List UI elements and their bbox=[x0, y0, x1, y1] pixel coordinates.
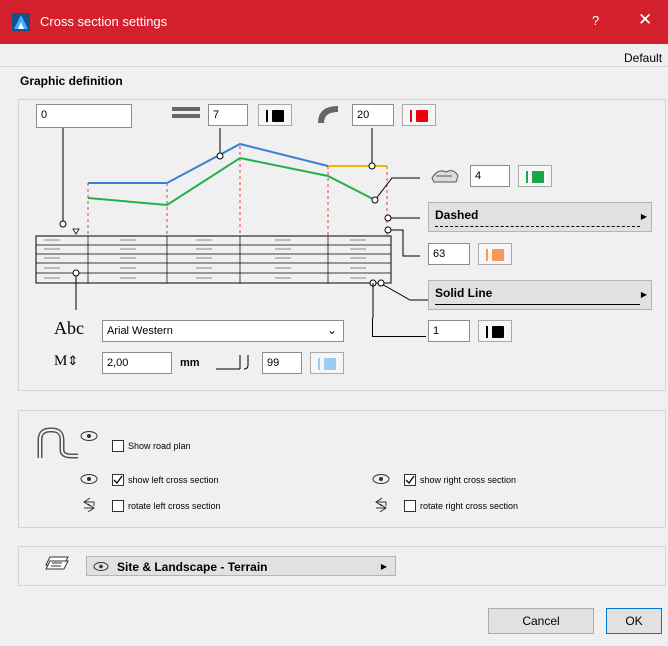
ok-button[interactable]: OK bbox=[606, 608, 662, 634]
text-size-arrow-icon: ⇕ bbox=[67, 353, 79, 368]
checkmark-icon bbox=[405, 475, 415, 485]
rotate-right-cross-section-checkbox[interactable] bbox=[404, 500, 416, 512]
text-size-letter: M bbox=[54, 353, 68, 369]
checkmark-icon bbox=[113, 475, 123, 485]
show-right-cross-section-label: show right cross section bbox=[420, 475, 517, 485]
solid-line-label: Solid Line bbox=[435, 286, 493, 300]
show-left-cross-section-label: show left cross section bbox=[128, 475, 219, 485]
eye-icon bbox=[80, 431, 98, 441]
dashed-label: Dashed bbox=[435, 208, 479, 222]
archicad-logo-icon bbox=[12, 13, 30, 31]
dashed-pen-input[interactable]: 63 bbox=[428, 243, 470, 265]
offset-input[interactable]: 0 bbox=[36, 104, 132, 128]
graphic-definition-label: Graphic definition bbox=[20, 74, 123, 88]
text-size-unit: mm bbox=[180, 357, 200, 369]
connector-line bbox=[372, 336, 426, 337]
solid-line-type-dropdown[interactable]: Solid Line ▶ bbox=[428, 280, 652, 310]
show-right-cross-section-checkbox[interactable] bbox=[404, 474, 416, 486]
curve-icon bbox=[318, 106, 338, 123]
show-road-plan-label: Show road plan bbox=[128, 441, 191, 451]
window-title: Cross section settings bbox=[40, 14, 168, 29]
rotate-right-cross-section-label: rotate right cross section bbox=[420, 501, 519, 511]
line-pen-swatch[interactable] bbox=[258, 104, 292, 126]
eye-icon bbox=[80, 474, 98, 484]
solid-pen-input[interactable]: 1 bbox=[428, 320, 470, 342]
close-button[interactable]: ✕ bbox=[638, 10, 652, 30]
layer-dropdown[interactable]: Site & Landscape - Terrain ▶ bbox=[86, 556, 396, 576]
text-size-label: M⇕ bbox=[54, 353, 78, 370]
line-weight-input[interactable]: 7 bbox=[208, 104, 248, 126]
solid-pen-swatch[interactable] bbox=[478, 320, 512, 342]
triangle-right-icon: ▶ bbox=[640, 212, 647, 221]
eye-icon bbox=[93, 562, 109, 571]
text-pen-input[interactable]: 99 bbox=[262, 352, 302, 374]
font-select[interactable]: Arial Western ⌄ bbox=[102, 320, 344, 342]
layer-icon bbox=[45, 556, 69, 570]
road-icon bbox=[37, 427, 78, 459]
rotate-left-cross-section-label: rotate left cross section bbox=[128, 501, 221, 511]
rotate-icon bbox=[375, 497, 387, 513]
font-name: Arial Western bbox=[107, 325, 173, 337]
curve-input[interactable]: 20 bbox=[352, 104, 394, 126]
cancel-button[interactable]: Cancel bbox=[488, 608, 594, 634]
curve-pen-swatch[interactable] bbox=[402, 104, 436, 126]
text-size-input[interactable]: 2,00 bbox=[102, 352, 172, 374]
connector-line bbox=[372, 318, 373, 336]
dashed-line-type-dropdown[interactable]: Dashed ▶ bbox=[428, 202, 652, 232]
rotate-left-cross-section-checkbox[interactable] bbox=[112, 500, 124, 512]
chevron-down-icon: ⌄ bbox=[326, 323, 337, 337]
dashed-preview bbox=[435, 226, 640, 227]
help-button[interactable]: ? bbox=[592, 13, 599, 28]
solid-line-preview bbox=[435, 304, 640, 305]
abc-label: Abc bbox=[54, 318, 84, 338]
text-pen-swatch[interactable] bbox=[310, 352, 344, 374]
layer-name: Site & Landscape - Terrain bbox=[117, 560, 268, 574]
title-bar: Cross section settings ? ✕ bbox=[0, 0, 668, 44]
terrain-pen-swatch[interactable] bbox=[518, 165, 552, 187]
text-pen-icon bbox=[216, 355, 249, 370]
defaults-button[interactable]: Default bbox=[624, 51, 662, 65]
dashed-pen-swatch[interactable] bbox=[478, 243, 512, 265]
triangle-right-icon: ▶ bbox=[380, 562, 387, 571]
rotate-icon bbox=[83, 497, 95, 513]
eye-icon bbox=[372, 474, 390, 484]
show-road-plan-checkbox[interactable] bbox=[112, 440, 124, 452]
terrain-icon bbox=[431, 170, 459, 183]
terrain-input[interactable]: 4 bbox=[470, 165, 510, 187]
show-left-cross-section-checkbox[interactable] bbox=[112, 474, 124, 486]
cross-section-preview bbox=[35, 128, 430, 318]
triangle-right-icon: ▶ bbox=[640, 290, 647, 299]
divider bbox=[0, 66, 668, 67]
line-weight-icon bbox=[172, 107, 200, 118]
